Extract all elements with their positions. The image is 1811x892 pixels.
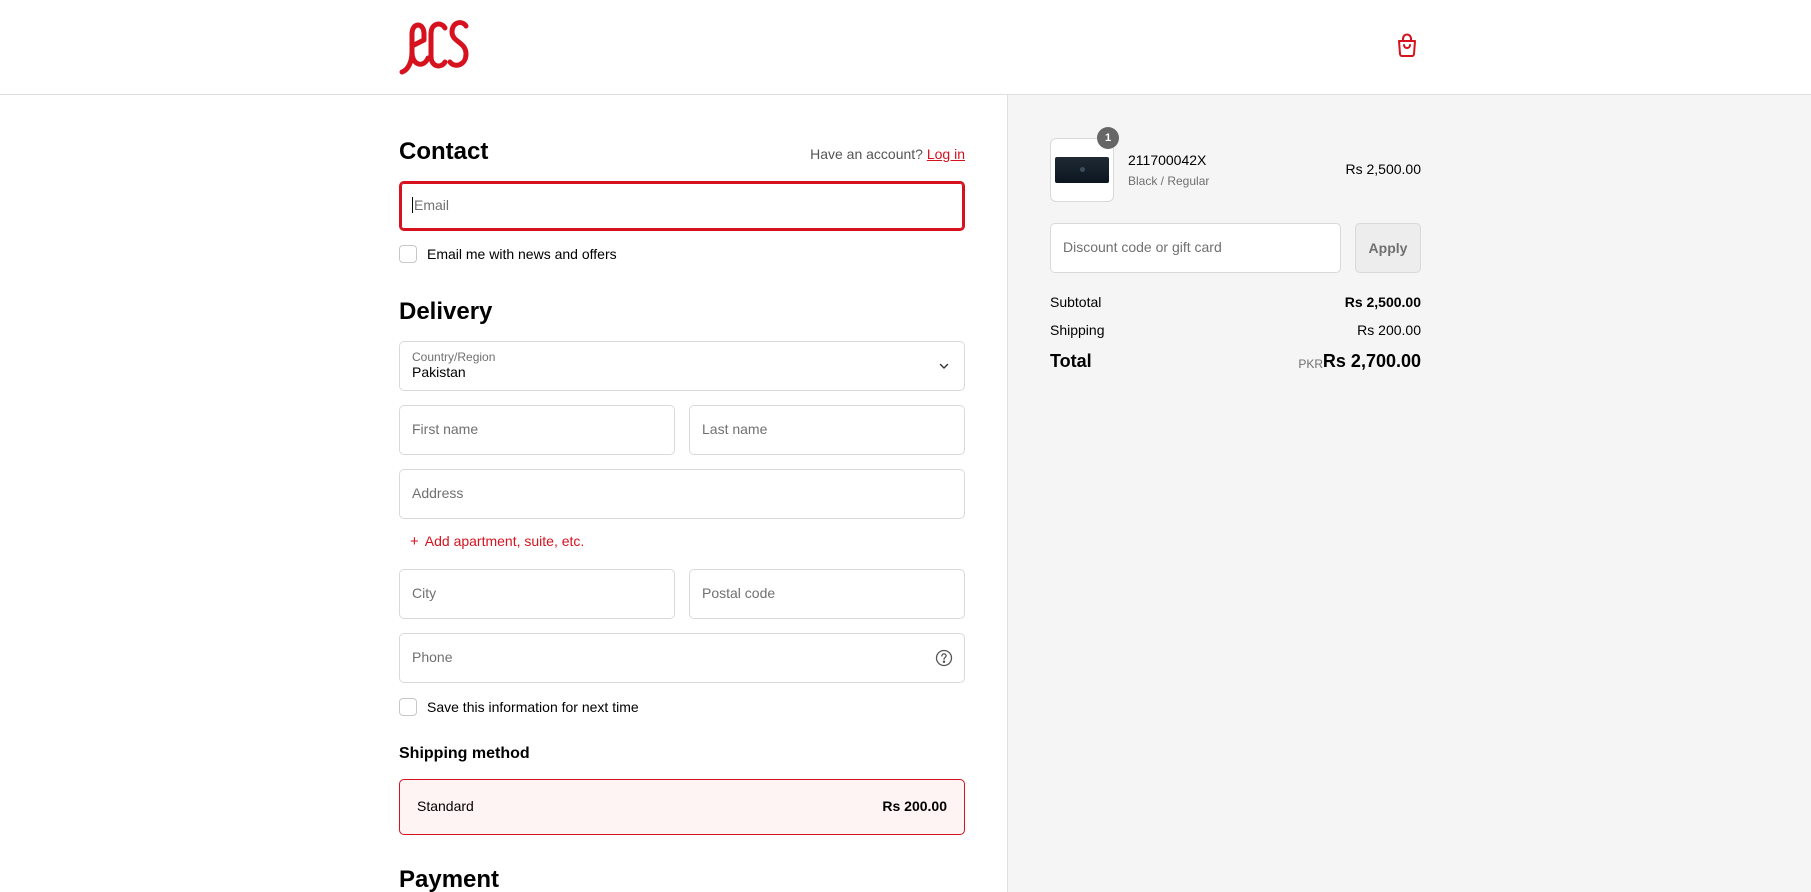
country-label: Country/Region: [412, 350, 496, 364]
shopping-bag-icon[interactable]: [1396, 33, 1418, 57]
country-value: Pakistan: [412, 364, 466, 380]
plus-icon: +: [410, 533, 419, 550]
login-link[interactable]: Log in: [927, 146, 965, 162]
product-price: Rs 2,500.00: [1345, 161, 1422, 177]
save-info-checkbox[interactable]: [399, 698, 417, 716]
news-checkbox-label: Email me with news and offers: [427, 246, 617, 262]
save-info-checkbox-row[interactable]: Save this information for next time: [399, 698, 639, 716]
last-name-field[interactable]: Last name: [689, 405, 965, 455]
phone-field[interactable]: Phone: [399, 633, 965, 683]
total-value: Rs 2,700.00: [1322, 351, 1421, 371]
product-name: 211700042X: [1128, 152, 1207, 168]
shipping-option-price: Rs 200.00: [882, 798, 947, 814]
last-name-placeholder: Last name: [702, 421, 768, 437]
total-currency: PKR: [1298, 357, 1323, 371]
apply-discount-button[interactable]: Apply: [1355, 223, 1421, 273]
subtotal-label: Subtotal: [1050, 294, 1102, 310]
help-circle-icon[interactable]: [935, 649, 953, 667]
city-field[interactable]: City: [399, 569, 675, 619]
account-prompt: Have an account? Log in: [810, 146, 965, 162]
contact-heading: Contact: [399, 138, 489, 165]
postal-code-field[interactable]: Postal code: [689, 569, 965, 619]
discount-code-placeholder: Discount code or gift card: [1063, 239, 1222, 255]
add-apartment-label: Add apartment, suite, etc.: [424, 533, 585, 549]
text-caret: [412, 197, 413, 213]
shipping-method-heading: Shipping method: [399, 745, 530, 762]
shipping-option-name: Standard: [417, 798, 474, 814]
phone-placeholder: Phone: [412, 649, 453, 665]
news-checkbox-row[interactable]: Email me with news and offers: [399, 245, 617, 263]
subtotal-value: Rs 2,500.00: [1344, 294, 1421, 310]
email-field[interactable]: Email: [399, 181, 965, 231]
chevron-down-icon: [939, 363, 949, 369]
product-variant: Black / Regular: [1128, 174, 1210, 188]
first-name-placeholder: First name: [412, 421, 479, 437]
shipping-label: Shipping: [1050, 322, 1105, 338]
wallet-image: [1055, 157, 1109, 183]
country-select[interactable]: Country/Region Pakistan: [399, 341, 965, 391]
news-checkbox[interactable]: [399, 245, 417, 263]
discount-code-field[interactable]: Discount code or gift card: [1050, 223, 1341, 273]
order-summary-panel: [1007, 95, 1811, 892]
postal-code-placeholder: Postal code: [702, 585, 776, 601]
city-placeholder: City: [412, 585, 437, 601]
shipping-option-standard[interactable]: Standard Rs 200.00: [399, 779, 965, 835]
checkout-header: [0, 0, 1811, 95]
quantity-badge: 1: [1097, 127, 1119, 149]
delivery-heading: Delivery: [399, 298, 493, 325]
have-account-text: Have an account?: [810, 146, 923, 162]
address-field[interactable]: Address: [399, 469, 965, 519]
payment-heading: Payment: [399, 866, 500, 892]
add-apartment-link[interactable]: + Add apartment, suite, etc.: [410, 533, 584, 550]
address-placeholder: Address: [412, 485, 464, 501]
first-name-field[interactable]: First name: [399, 405, 675, 455]
shipping-value: Rs 200.00: [1357, 322, 1421, 338]
save-info-label: Save this information for next time: [427, 699, 639, 715]
total-label: Total: [1050, 351, 1092, 371]
ecs-logo[interactable]: [398, 12, 470, 76]
email-placeholder: Email: [412, 197, 450, 213]
